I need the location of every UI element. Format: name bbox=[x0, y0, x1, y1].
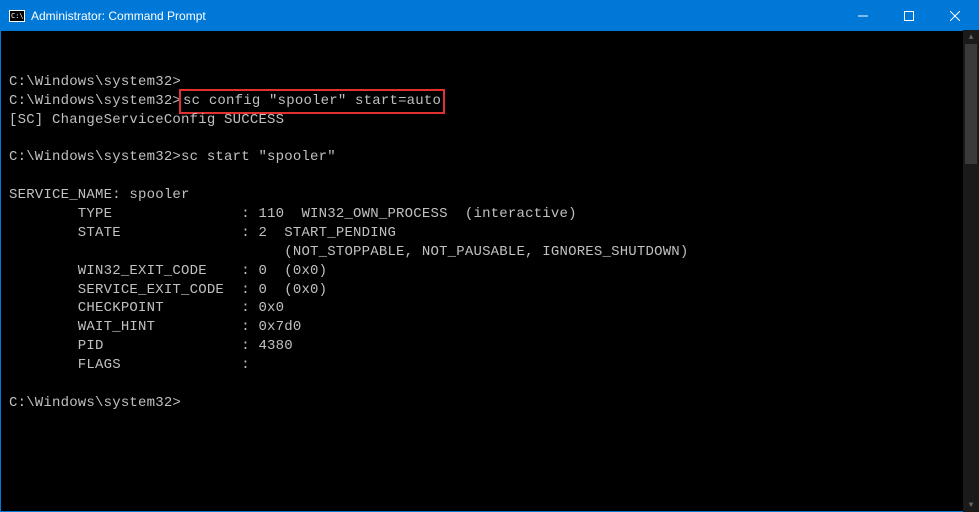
minimize-button[interactable] bbox=[840, 1, 886, 31]
maximize-button[interactable] bbox=[886, 1, 932, 31]
output-line: STATE : 2 START_PENDING bbox=[9, 225, 396, 241]
output-line: CHECKPOINT : 0x0 bbox=[9, 300, 284, 316]
terminal-output[interactable]: C:\Windows\system32> C:\Windows\system32… bbox=[1, 31, 978, 511]
close-button[interactable] bbox=[932, 1, 978, 31]
cmd-icon: C:\ bbox=[9, 8, 25, 24]
prompt-text: C:\Windows\system32> bbox=[9, 93, 181, 109]
prompt-line: C:\Windows\system32>sc start "spooler" bbox=[9, 149, 336, 165]
scroll-up-arrow[interactable]: ▲ bbox=[963, 30, 979, 44]
scrollbar-thumb[interactable] bbox=[965, 44, 977, 164]
output-line: FLAGS : bbox=[9, 357, 250, 373]
output-line: PID : 4380 bbox=[9, 338, 293, 354]
output-line: SERVICE_NAME: spooler bbox=[9, 187, 190, 203]
highlighted-command: sc config "spooler" start=auto bbox=[179, 89, 445, 114]
output-line: TYPE : 110 WIN32_OWN_PROCESS (interactiv… bbox=[9, 206, 577, 222]
titlebar[interactable]: C:\ Administrator: Command Prompt bbox=[1, 1, 978, 31]
window-title: Administrator: Command Prompt bbox=[31, 9, 206, 23]
output-line: (NOT_STOPPABLE, NOT_PAUSABLE, IGNORES_SH… bbox=[9, 244, 689, 260]
vertical-scrollbar[interactable]: ▲ ▼ bbox=[963, 30, 979, 512]
output-line: WIN32_EXIT_CODE : 0 (0x0) bbox=[9, 263, 327, 279]
output-line: [SC] ChangeServiceConfig SUCCESS bbox=[9, 112, 284, 128]
prompt-line: C:\Windows\system32> bbox=[9, 74, 181, 90]
command-prompt-window: C:\ Administrator: Command Prompt C:\Win… bbox=[0, 0, 979, 512]
output-line: SERVICE_EXIT_CODE : 0 (0x0) bbox=[9, 282, 327, 298]
scroll-down-arrow[interactable]: ▼ bbox=[963, 498, 979, 512]
prompt-line: C:\Windows\system32> bbox=[9, 395, 181, 411]
prompt-line: C:\Windows\system32>sc config "spooler" … bbox=[9, 93, 443, 109]
output-line: WAIT_HINT : 0x7d0 bbox=[9, 319, 301, 335]
